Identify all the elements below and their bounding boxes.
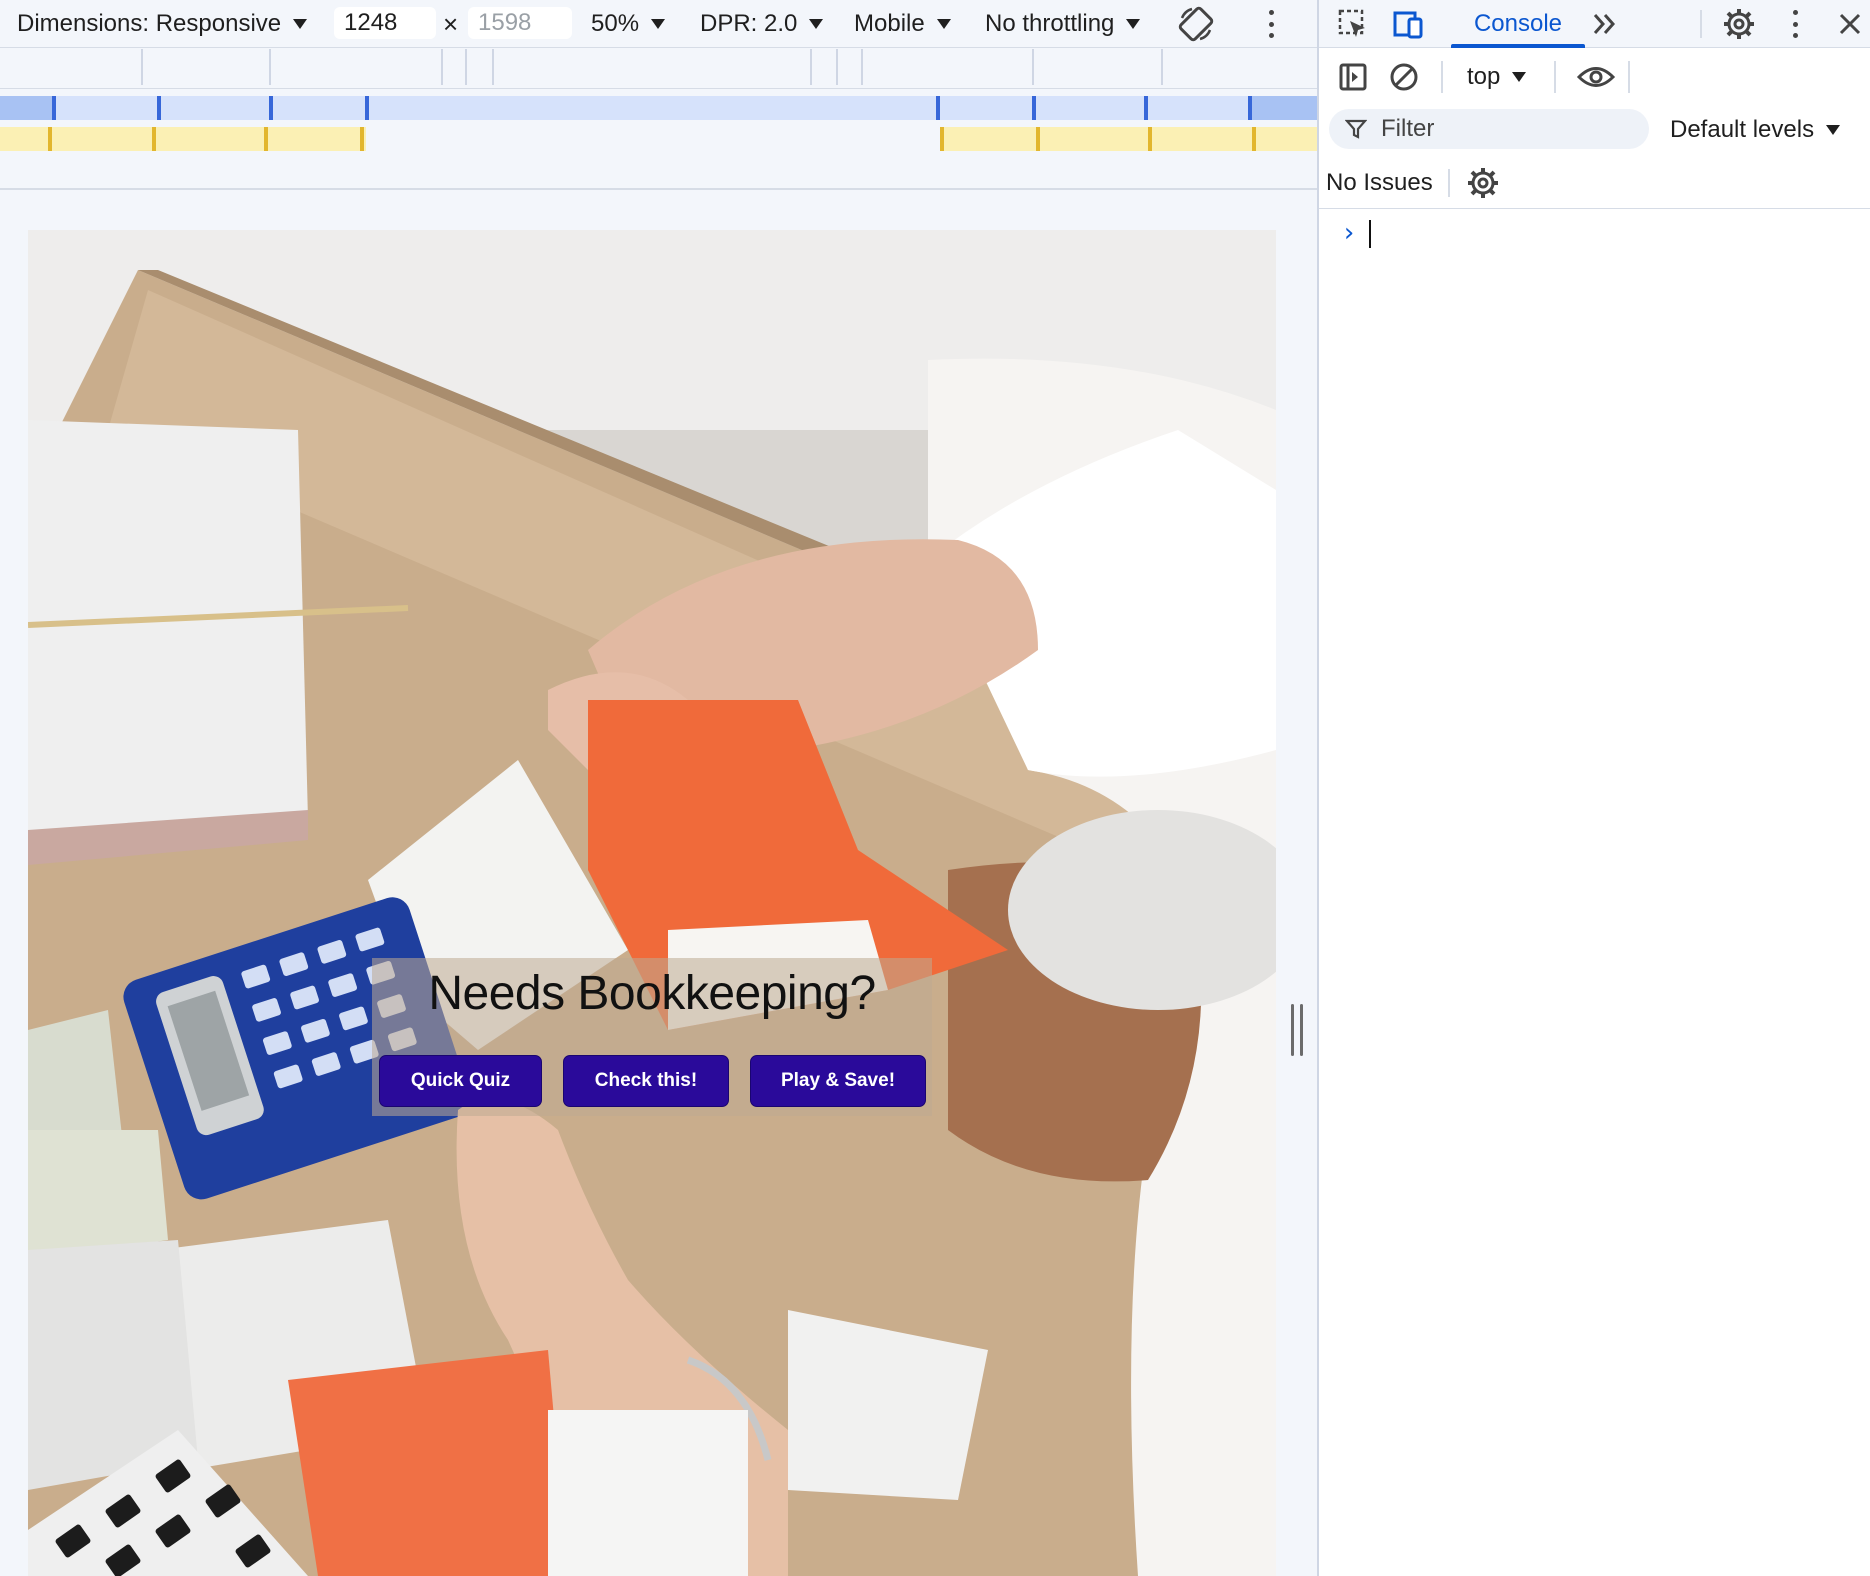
device-type-value: Mobile xyxy=(854,10,925,37)
height-input[interactable]: 1598 xyxy=(468,7,572,39)
viewport-resize-handle[interactable] xyxy=(1291,1004,1303,1056)
dimensions-dropdown[interactable]: Dimensions: Responsive xyxy=(17,0,308,48)
sidebar-toggle-icon[interactable] xyxy=(1335,59,1371,95)
width-input[interactable]: 1248 xyxy=(334,7,436,39)
log-levels-value: Default levels xyxy=(1670,116,1815,143)
device-emulation-pane: Dimensions: Responsive 1248 × 1598 50% D… xyxy=(0,0,1317,1576)
height-placeholder: 1598 xyxy=(478,9,532,36)
context-selector[interactable]: top xyxy=(1467,49,1527,105)
play-and-save-button[interactable]: Play & Save! xyxy=(750,1055,926,1107)
issues-counter[interactable]: No Issues xyxy=(1326,157,1433,209)
toolbar-divider xyxy=(1441,61,1443,93)
caret-down-icon xyxy=(1126,19,1141,29)
console-toolbar xyxy=(1319,49,1870,105)
context-value: top xyxy=(1467,63,1501,90)
issues-row: No Issues xyxy=(1319,157,1870,209)
text-cursor xyxy=(1369,220,1371,248)
clear-console-icon[interactable] xyxy=(1386,59,1422,95)
device-type-dropdown[interactable]: Mobile xyxy=(854,0,951,48)
caret-down-icon xyxy=(809,19,824,29)
devtools-tabbar: Console xyxy=(1319,0,1870,48)
zoom-value: 50% xyxy=(591,10,640,37)
check-this-button[interactable]: Check this! xyxy=(563,1055,729,1107)
filter-input[interactable]: Filter xyxy=(1329,109,1649,149)
toolbar-divider xyxy=(1628,61,1630,93)
throttling-dropdown[interactable]: No throttling xyxy=(985,0,1141,48)
inspect-element-icon[interactable] xyxy=(1335,6,1371,42)
log-levels-dropdown[interactable]: Default levels xyxy=(1670,105,1841,155)
rotate-icon[interactable] xyxy=(1176,4,1216,44)
hero-overlay: Needs Bookkeeping? Quick Quiz Check this… xyxy=(372,958,932,1116)
tab-console[interactable]: Console xyxy=(1451,0,1585,48)
more-vert-icon[interactable] xyxy=(1267,10,1275,38)
throttling-value: No throttling xyxy=(985,10,1115,37)
close-icon[interactable] xyxy=(1834,8,1866,40)
dpr-value: DPR: 2.0 xyxy=(700,10,798,37)
active-tab-indicator xyxy=(1451,44,1585,48)
filter-funnel-icon xyxy=(1345,119,1367,139)
chevron-double-right-icon[interactable] xyxy=(1587,8,1621,40)
console-prompt[interactable]: › xyxy=(1319,210,1870,254)
hero-background-photo xyxy=(28,230,1276,1576)
more-vert-icon[interactable] xyxy=(1791,10,1799,38)
media-query-ruler xyxy=(0,49,1317,89)
live-expression-eye-icon[interactable] xyxy=(1574,57,1618,97)
dpr-dropdown[interactable]: DPR: 2.0 xyxy=(700,0,824,48)
device-toolbar: Dimensions: Responsive 1248 × 1598 50% D… xyxy=(0,0,1317,48)
media-query-bar-min-width[interactable] xyxy=(0,127,1317,151)
caret-down-icon xyxy=(1512,72,1527,82)
toolbar-divider xyxy=(1700,10,1702,38)
ruler-divider xyxy=(0,188,1317,190)
filter-placeholder: Filter xyxy=(1381,115,1435,142)
hero-title: Needs Bookkeeping? xyxy=(428,967,876,1020)
toolbar-divider xyxy=(1448,169,1450,197)
width-value: 1248 xyxy=(344,9,398,36)
settings-gear-icon[interactable] xyxy=(1719,4,1759,44)
times-icon: × xyxy=(443,8,459,39)
zoom-dropdown[interactable]: 50% xyxy=(591,0,666,48)
caret-down-icon xyxy=(1826,125,1841,135)
dimensions-label: Dimensions: Responsive xyxy=(17,10,282,37)
emulated-viewport[interactable]: Needs Bookkeeping? Quick Quiz Check this… xyxy=(28,230,1276,1576)
device-toggle-icon[interactable] xyxy=(1390,6,1426,42)
devtools-panel: Console top Filter Default levels No Iss… xyxy=(1317,0,1870,1576)
caret-down-icon xyxy=(293,19,308,29)
quick-quiz-button[interactable]: Quick Quiz xyxy=(379,1055,542,1107)
media-query-bar-max-width[interactable] xyxy=(0,96,1317,120)
caret-down-icon xyxy=(651,19,666,29)
screen: Dimensions: Responsive 1248 × 1598 50% D… xyxy=(0,0,1870,1576)
caret-down-icon xyxy=(936,19,951,29)
console-settings-gear-icon[interactable] xyxy=(1465,165,1501,201)
prompt-chevron-icon: › xyxy=(1341,218,1357,248)
toolbar-divider xyxy=(1554,61,1556,93)
